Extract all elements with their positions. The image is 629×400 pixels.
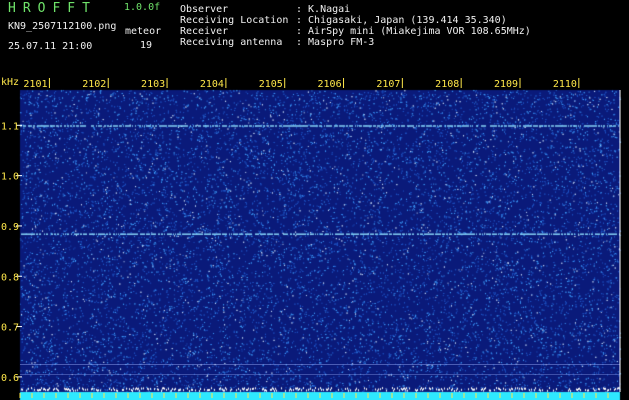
header-panel: HROFFT 1.0.0f KN9_2507112100.png meteor … xyxy=(0,0,629,76)
meta-key-receiver: Receiver xyxy=(180,26,229,37)
timestamp-label: 25.07.11 21:00 xyxy=(8,41,93,52)
count-label: 19 xyxy=(140,40,153,51)
x-tick-label: 2109 xyxy=(494,79,518,90)
meta-value-location: : Chigasaki, Japan (139.414 35.340) xyxy=(296,15,507,26)
filename-label: KN9_2507112100.png xyxy=(8,21,117,32)
y-tick-label: 1.0 xyxy=(1,172,19,183)
meta-value-antenna: : Maspro FM-3 xyxy=(296,37,375,48)
x-tick-label: 2101 xyxy=(23,79,47,90)
y-tick-label: 0.7 xyxy=(1,323,19,334)
meta-key-observer: Observer xyxy=(180,4,229,15)
x-tick-label: 2108 xyxy=(435,79,459,90)
x-tick-label: 2105 xyxy=(259,79,283,90)
y-tick-label: 0.9 xyxy=(1,222,19,233)
x-tick-label: 2102 xyxy=(82,79,106,90)
meta-key-antenna: Receiving antenna xyxy=(180,37,283,48)
y-unit-label: kHz xyxy=(1,77,19,88)
y-tick-label: 1.1 xyxy=(1,121,19,132)
y-tick-label: 0.8 xyxy=(1,272,19,283)
version-label: 1.0.0f xyxy=(124,2,161,13)
meta-value-observer: : K.Nagai xyxy=(296,4,351,15)
x-tick-label: 2103 xyxy=(141,79,165,90)
detector-label: meteor xyxy=(125,26,162,37)
spectrogram-plot: kHz 2101 2102 2103 2104 2105 2106 2107 2108 2109 2… xyxy=(0,76,629,400)
x-tick-label: 2106 xyxy=(318,79,342,90)
x-tick-label: 2110 xyxy=(553,79,577,90)
x-tick-label: 2107 xyxy=(376,79,400,90)
app-title: HROFFT xyxy=(8,1,97,16)
axis-overlay: kHz 2101 2102 2103 2104 2105 2106 2107 2108 2109 2… xyxy=(1,77,621,398)
y-tick-label: 0.6 xyxy=(1,373,19,384)
meta-key-location: Receiving Location xyxy=(180,15,289,26)
x-tick-label: 2104 xyxy=(200,79,224,90)
meta-value-receiver: : AirSpy mini (Miakejima VOR 108.65MHz) xyxy=(296,26,531,37)
